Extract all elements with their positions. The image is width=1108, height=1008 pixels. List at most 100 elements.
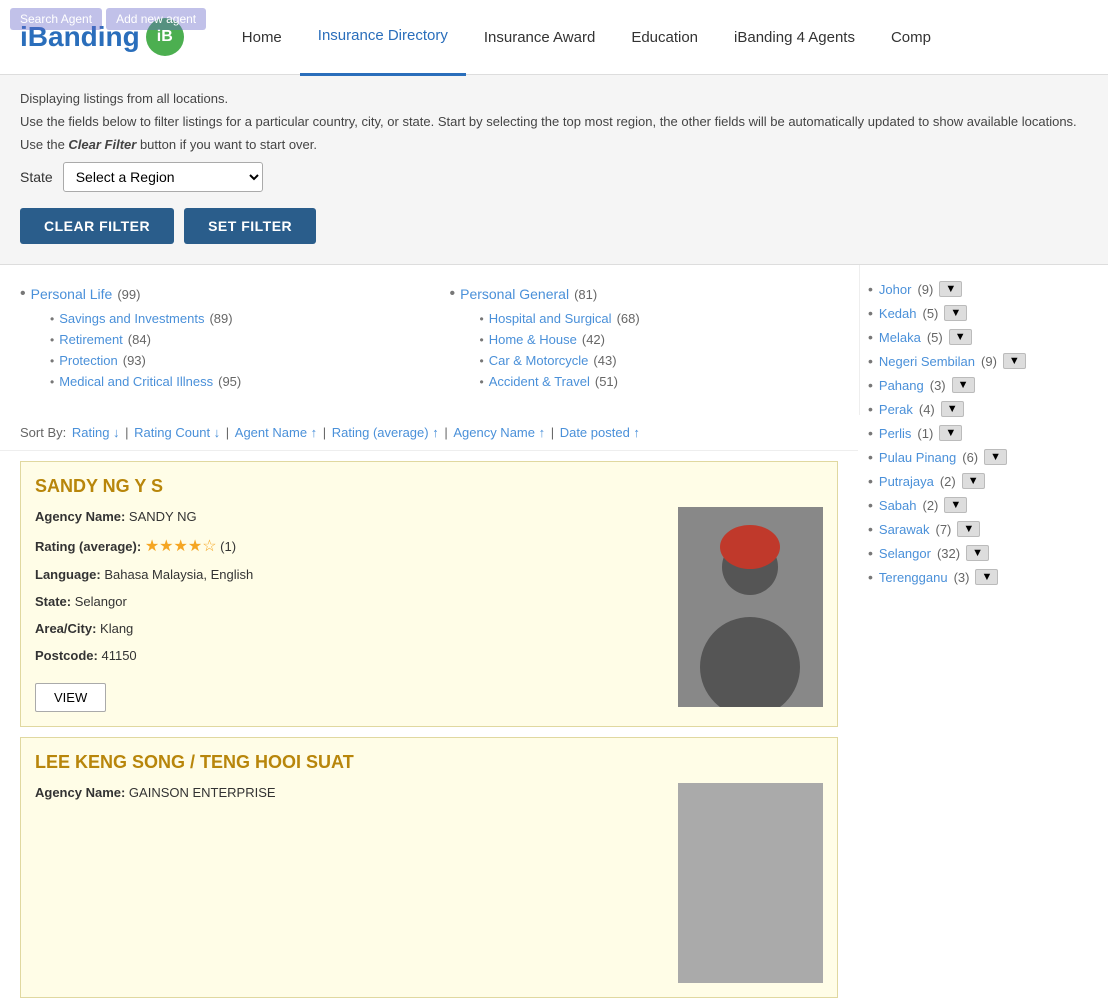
subcat-home-link[interactable]: Home & House — [489, 332, 577, 347]
listing-2-name: LEE KENG SONG / TENG HOOI SUAT — [35, 752, 823, 773]
region-terengganu-toggle[interactable]: ▼ — [975, 569, 998, 585]
region-perlis-link[interactable]: Perlis — [879, 426, 912, 441]
lang-label: Language: — [35, 567, 104, 582]
region-perlis: • Perlis (1) ▼ — [868, 425, 1098, 441]
instruction1: Use the fields below to filter listings … — [20, 114, 1088, 129]
cat-personal-general-count: (81) — [574, 287, 597, 302]
listing-card-2: LEE KENG SONG / TENG HOOI SUAT Agency Na… — [20, 737, 838, 998]
region-pp-link[interactable]: Pulau Pinang — [879, 450, 956, 465]
search-agent-button[interactable]: Search Agent — [10, 8, 102, 30]
listing-1-state: State: Selangor — [35, 592, 658, 613]
region-sabah-count: (2) — [923, 498, 939, 513]
region-terengganu-count: (3) — [954, 570, 970, 585]
region-pp-toggle[interactable]: ▼ — [984, 449, 1007, 465]
logo-shield-letter: iB — [157, 28, 173, 46]
nav-insurance-directory[interactable]: Insurance Directory — [300, 0, 466, 76]
region-putrajaya-link[interactable]: Putrajaya — [879, 474, 934, 489]
subcat-bullet: • — [480, 333, 484, 347]
sort-rating-avg[interactable]: Rating (average) ↑ — [332, 425, 439, 440]
region-kedah-toggle[interactable]: ▼ — [944, 305, 967, 321]
stars: ★★★★☆ — [145, 538, 217, 555]
clear-filter-bold: Clear Filter — [68, 137, 136, 152]
sort-rating[interactable]: Rating ↓ — [72, 425, 120, 440]
region-perak-link[interactable]: Perak — [879, 402, 913, 417]
region-melaka-toggle[interactable]: ▼ — [949, 329, 972, 345]
region-pahang-toggle[interactable]: ▼ — [952, 377, 975, 393]
cat-personal-general-link[interactable]: Personal General — [460, 286, 569, 302]
nav-comp[interactable]: Comp — [873, 0, 949, 75]
region-sarawak: • Sarawak (7) ▼ — [868, 521, 1098, 537]
listing-2-photo — [678, 783, 823, 983]
bullet-personal-life: • — [20, 285, 26, 303]
clear-filter-button[interactable]: CLEAR FILTER — [20, 208, 174, 244]
categories-section: • Personal Life (99) • Savings and Inves… — [0, 265, 860, 415]
view-button-1[interactable]: VIEW — [35, 683, 106, 712]
subcat-car-link[interactable]: Car & Motorcycle — [489, 353, 589, 368]
region-melaka-link[interactable]: Melaka — [879, 330, 921, 345]
region-kedah-count: (5) — [923, 306, 939, 321]
region-ns-link[interactable]: Negeri Sembilan — [879, 354, 975, 369]
nav-ibanding-agents[interactable]: iBanding 4 Agents — [716, 0, 873, 75]
sort-date-posted[interactable]: Date posted ↑ — [560, 425, 640, 440]
nav-education[interactable]: Education — [613, 0, 716, 75]
content-wrapper: • Personal Life (99) • Savings and Inves… — [0, 265, 1108, 1008]
subcat-bullet: • — [50, 375, 54, 389]
region-pahang: • Pahang (3) ▼ — [868, 377, 1098, 393]
subcat-savings-count: (89) — [209, 311, 232, 326]
region-select[interactable]: Select a Region — [63, 162, 263, 192]
region-sabah-toggle[interactable]: ▼ — [944, 497, 967, 513]
subcat-bullet: • — [480, 375, 484, 389]
subcat-bullet: • — [50, 312, 54, 326]
region-kedah-link[interactable]: Kedah — [879, 306, 917, 321]
listing-1-photo — [678, 507, 823, 707]
sort-agent-name[interactable]: Agent Name ↑ — [235, 425, 317, 440]
set-filter-button[interactable]: SET FILTER — [184, 208, 316, 244]
subcat-medical-link[interactable]: Medical and Critical Illness — [59, 374, 213, 389]
region-selangor-toggle[interactable]: ▼ — [966, 545, 989, 561]
subcat-accident-count: (51) — [595, 374, 618, 389]
state-label: State — [20, 169, 53, 185]
cat-personal-life-link[interactable]: Personal Life — [31, 286, 113, 302]
agency-label-2: Agency Name: — [35, 785, 129, 800]
cat-col-right: • Personal General (81) • Hospital and S… — [450, 285, 840, 395]
region-putrajaya-toggle[interactable]: ▼ — [962, 473, 985, 489]
nav-insurance-award[interactable]: Insurance Award — [466, 0, 613, 75]
header: Search Agent Add new agent iBanding iB H… — [0, 0, 1108, 75]
region-selangor-link[interactable]: Selangor — [879, 546, 931, 561]
subcat-hospital-link[interactable]: Hospital and Surgical — [489, 311, 612, 326]
sort-agency-name[interactable]: Agency Name ↑ — [453, 425, 545, 440]
region-terengganu-link[interactable]: Terengganu — [879, 570, 948, 585]
region-sarawak-toggle[interactable]: ▼ — [957, 521, 980, 537]
area-label: Area/City: — [35, 621, 100, 636]
subcat-retirement-link[interactable]: Retirement — [59, 332, 123, 347]
nav-home[interactable]: Home — [224, 0, 300, 75]
cat-col-left: • Personal Life (99) • Savings and Inves… — [20, 285, 410, 395]
subcat-savings-link[interactable]: Savings and Investments — [59, 311, 204, 326]
region-johor-toggle[interactable]: ▼ — [939, 281, 962, 297]
subcat-home: • Home & House (42) — [480, 332, 840, 347]
listing-1-agency: Agency Name: SANDY NG — [35, 507, 658, 528]
region-sarawak-link[interactable]: Sarawak — [879, 522, 930, 537]
region-pp-count: (6) — [962, 450, 978, 465]
subcat-accident-link[interactable]: Accident & Travel — [489, 374, 590, 389]
subcat-bullet: • — [50, 354, 54, 368]
listing-1-name: SANDY NG Y S — [35, 476, 823, 497]
region-sabah-link[interactable]: Sabah — [879, 498, 917, 513]
region-pahang-link[interactable]: Pahang — [879, 378, 924, 393]
sort-rating-count[interactable]: Rating Count ↓ — [134, 425, 220, 440]
subcat-car-count: (43) — [593, 353, 616, 368]
region-putrajaya-count: (2) — [940, 474, 956, 489]
subcat-protection-link[interactable]: Protection — [59, 353, 118, 368]
region-sarawak-count: (7) — [935, 522, 951, 537]
region-johor-link[interactable]: Johor — [879, 282, 912, 297]
subcat-savings: • Savings and Investments (89) — [50, 311, 410, 326]
region-perak-toggle[interactable]: ▼ — [941, 401, 964, 417]
subcat-protection: • Protection (93) — [50, 353, 410, 368]
add-new-agent-button[interactable]: Add new agent — [106, 8, 206, 30]
categories-grid: • Personal Life (99) • Savings and Inves… — [20, 285, 839, 395]
subcat-medical: • Medical and Critical Illness (95) — [50, 374, 410, 389]
rating-label: Rating (average): — [35, 539, 145, 554]
region-perlis-toggle[interactable]: ▼ — [939, 425, 962, 441]
region-sabah: • Sabah (2) ▼ — [868, 497, 1098, 513]
region-ns-toggle[interactable]: ▼ — [1003, 353, 1026, 369]
